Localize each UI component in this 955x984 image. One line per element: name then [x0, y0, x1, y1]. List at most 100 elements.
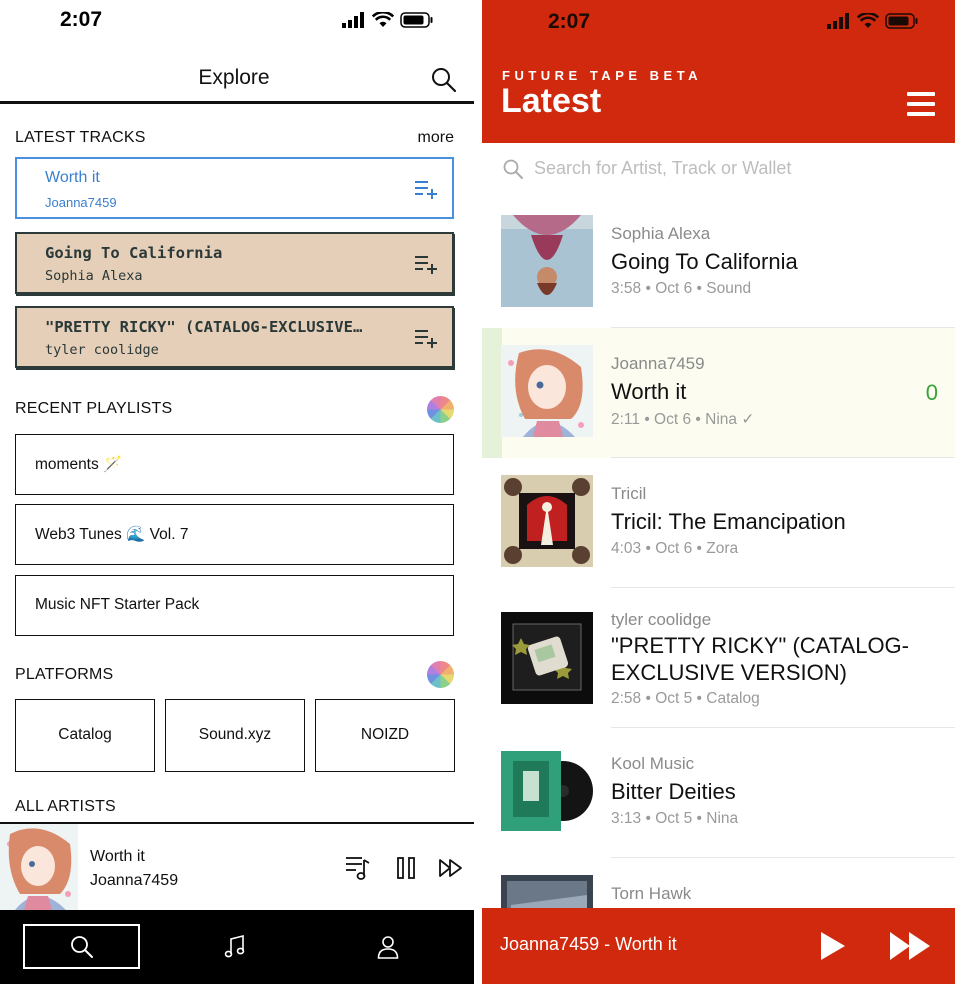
- play-icon[interactable]: [818, 930, 848, 962]
- playlist-name: Web3 Tunes 🌊 Vol. 7: [35, 526, 189, 543]
- track-title: Going To California: [611, 249, 798, 274]
- track-row[interactable]: Sophia Alexa Going To California 3:58 • …: [482, 198, 955, 328]
- mini-player[interactable]: Worth it Joanna7459: [0, 822, 474, 910]
- more-link[interactable]: more: [418, 129, 454, 147]
- now-playing-title: Worth it: [90, 848, 145, 865]
- track-artist: tyler coolidge: [45, 342, 159, 358]
- platform-noizd[interactable]: NOIZD: [315, 699, 455, 772]
- album-art: [501, 612, 593, 704]
- wifi-icon: [857, 13, 879, 28]
- track-title: Tricil: The Emancipation: [611, 509, 846, 534]
- user-icon: [377, 935, 398, 959]
- search-icon: [432, 68, 457, 93]
- playlist-name: moments 🪄: [35, 456, 123, 473]
- fast-forward-icon[interactable]: [888, 930, 932, 962]
- track-row-active[interactable]: Joanna7459 Worth it 2:11 • Oct 6 • Nina …: [482, 328, 955, 458]
- status-icons: [342, 12, 434, 28]
- play-count: 0: [925, 380, 938, 405]
- track-title: Worth it: [611, 379, 687, 404]
- now-playing-text: Joanna7459 - Worth it: [500, 934, 677, 954]
- album-art: [0, 824, 78, 910]
- latest-screen: 2:07 FUTURE TAPE BETA Latest Search for …: [482, 0, 955, 984]
- add-to-queue-icon[interactable]: [414, 328, 438, 348]
- platform-catalog[interactable]: Catalog: [15, 699, 155, 772]
- latest-tracks-heading: LATEST TRACKS: [15, 129, 146, 146]
- page-title: Explore: [198, 66, 270, 89]
- add-to-queue-icon[interactable]: [414, 179, 438, 199]
- hamburger-line: [907, 102, 935, 106]
- queue-icon[interactable]: [344, 854, 372, 882]
- wifi-icon: [372, 12, 394, 27]
- track-row[interactable]: Tricil Tricil: The Emancipation 4:03 • O…: [482, 458, 955, 588]
- track-title: "PRETTY RICKY" (CATALOG-EXCLUSIVE…: [45, 318, 363, 336]
- track-artist: Kool Music: [611, 754, 695, 773]
- music-note-icon: [224, 934, 244, 957]
- track-meta: 3:58 • Oct 6 • Sound: [611, 280, 752, 297]
- color-wheel-icon[interactable]: [427, 661, 454, 688]
- app-brand: FUTURE TAPE BETA: [502, 68, 703, 83]
- battery-icon: [400, 12, 433, 28]
- search-input[interactable]: Search for Artist, Track or Wallet: [502, 156, 942, 182]
- album-art: [501, 345, 593, 437]
- track-title: Going To California: [45, 244, 223, 262]
- track-meta: 2:11 • Oct 6 • Nina ✓: [611, 411, 755, 428]
- track-title: Worth it: [45, 169, 100, 186]
- track-artist: Sophia Alexa: [611, 224, 711, 243]
- track-meta: 2:58 • Oct 5 • Catalog: [611, 690, 760, 707]
- status-icons: [827, 13, 919, 29]
- battery-icon: [885, 13, 918, 29]
- hamburger-line: [907, 112, 935, 116]
- latest-track-item[interactable]: Going To California Sophia Alexa: [15, 232, 454, 294]
- explore-screen: 2:07 Explore LATEST TRACKS more Worth it…: [0, 0, 474, 984]
- platform-sound[interactable]: Sound.xyz: [165, 699, 305, 772]
- now-playing-indicator: [482, 328, 502, 458]
- search-button[interactable]: [430, 66, 458, 94]
- track-artist: Joanna7459: [45, 195, 117, 210]
- album-art: [501, 215, 593, 307]
- track-artist: tyler coolidge: [611, 610, 712, 629]
- search-icon: [70, 935, 93, 958]
- playlist-item[interactable]: moments 🪄: [15, 434, 454, 495]
- track-title: "PRETTY RICKY" (CATALOG-EXCLUSIVE VERSIO…: [611, 633, 909, 685]
- skip-forward-icon[interactable]: [437, 854, 465, 882]
- tab-bar: [0, 910, 474, 984]
- track-meta: 4:03 • Oct 6 • Zora: [611, 540, 739, 557]
- now-playing-artist: Joanna7459: [90, 872, 179, 889]
- tab-music[interactable]: [176, 924, 293, 969]
- recent-playlists-heading: RECENT PLAYLISTS: [15, 400, 173, 417]
- tab-profile[interactable]: [329, 924, 446, 969]
- track-title: Bitter Deities: [611, 779, 736, 804]
- color-wheel-icon[interactable]: [427, 396, 454, 423]
- track-artist: Torn Hawk: [611, 884, 692, 903]
- search-icon: [503, 159, 523, 179]
- playlist-item[interactable]: Web3 Tunes 🌊 Vol. 7: [15, 504, 454, 565]
- pause-icon[interactable]: [392, 854, 420, 882]
- playlist-item[interactable]: Music NFT Starter Pack: [15, 575, 454, 636]
- playlist-name: Music NFT Starter Pack: [35, 596, 200, 613]
- status-time: 2:07: [548, 10, 591, 33]
- all-artists-heading: ALL ARTISTS: [15, 798, 116, 815]
- player-bar[interactable]: Joanna7459 - Worth it: [482, 908, 955, 984]
- latest-track-item[interactable]: Worth it Joanna7459: [15, 157, 454, 219]
- search-placeholder: Search for Artist, Track or Wallet: [534, 158, 792, 178]
- add-to-queue-icon[interactable]: [414, 254, 438, 274]
- hamburger-line: [907, 92, 935, 96]
- latest-track-item[interactable]: "PRETTY RICKY" (CATALOG-EXCLUSIVE… tyler…: [15, 306, 454, 368]
- track-artist: Joanna7459: [611, 354, 705, 373]
- tab-explore[interactable]: [23, 924, 140, 969]
- signal-icon: [827, 13, 849, 29]
- explore-header: Explore: [0, 56, 474, 104]
- track-artist: Sophia Alexa: [45, 268, 143, 284]
- menu-button[interactable]: [907, 92, 935, 116]
- track-row[interactable]: Kool Music Bitter Deities 3:13 • Oct 5 •…: [482, 728, 955, 858]
- page-title: Latest: [501, 82, 602, 120]
- track-artist: Tricil: [611, 484, 647, 503]
- latest-header: 2:07 FUTURE TAPE BETA Latest: [482, 0, 955, 143]
- platforms-heading: PLATFORMS: [15, 666, 114, 683]
- album-art: [501, 475, 593, 567]
- status-bar: 2:07: [0, 6, 474, 36]
- album-art: [501, 745, 593, 837]
- signal-icon: [342, 12, 364, 28]
- track-row[interactable]: tyler coolidge "PRETTY RICKY" (CATALOG-E…: [482, 588, 955, 728]
- track-meta: 3:13 • Oct 5 • Nina: [611, 810, 739, 827]
